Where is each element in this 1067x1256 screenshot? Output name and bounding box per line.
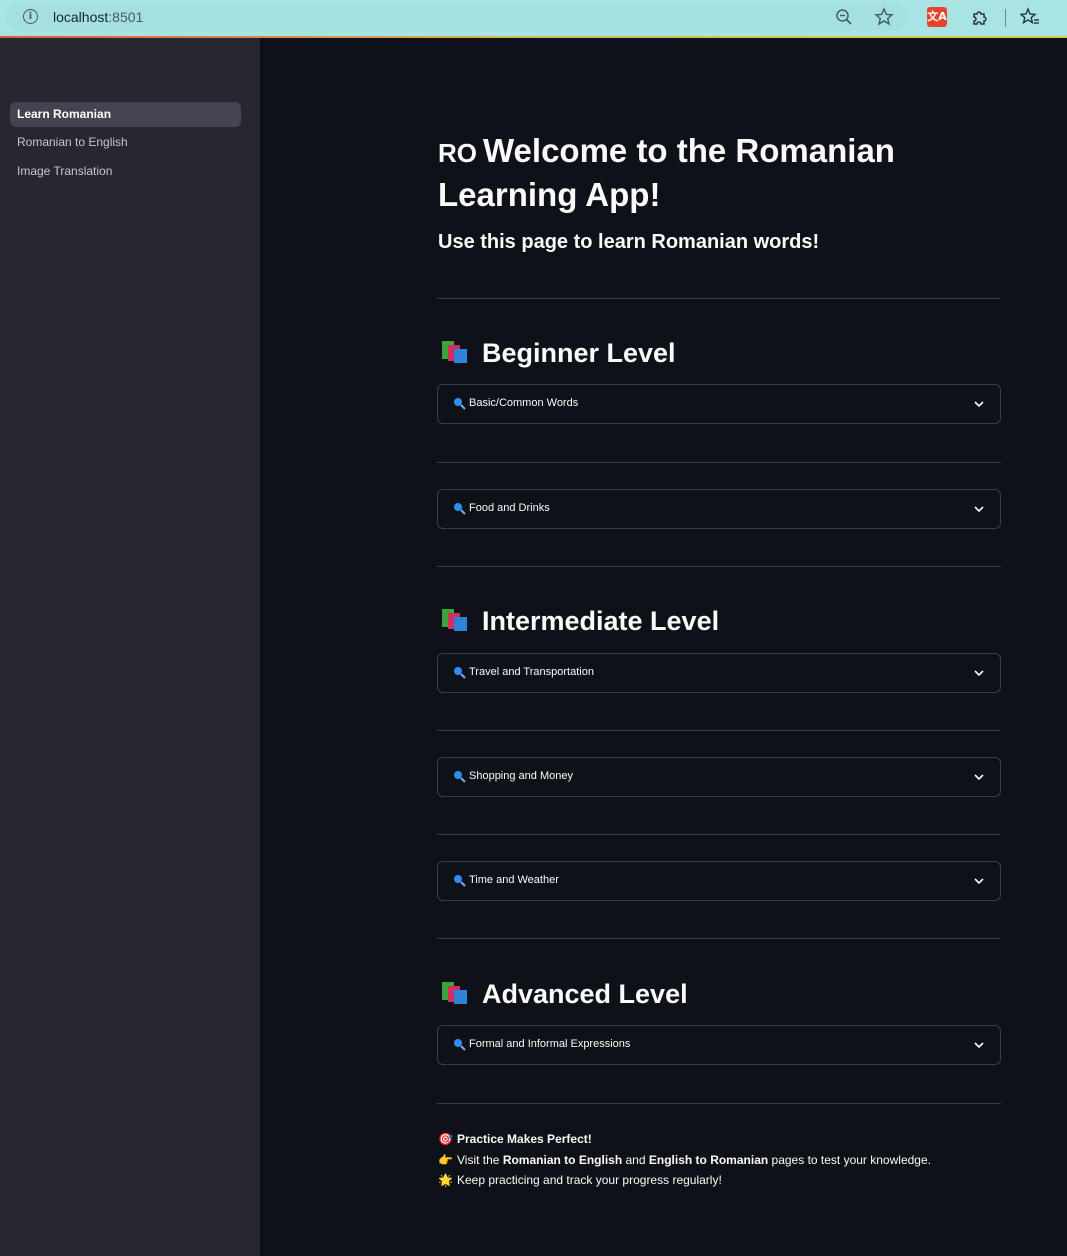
page-title: RO Welcome to the Romanian Learning App! (438, 132, 895, 213)
search-icon (454, 875, 466, 887)
toolbar-separator (1005, 9, 1006, 27)
chevron-down-icon[interactable] (973, 504, 985, 514)
expander-label: Time and Weather (469, 874, 559, 886)
chevron-down-icon[interactable] (973, 1040, 985, 1050)
translate-extension-icon[interactable]: 文A (927, 7, 947, 27)
bookmark-star-icon[interactable] (874, 7, 894, 27)
footer-keep-practicing-line: 🌟 Keep practicing and track your progress… (438, 1173, 722, 1187)
books-icon (442, 982, 467, 1004)
pointing-hand-icon: 👉 (438, 1153, 453, 1167)
chevron-down-icon[interactable] (973, 876, 985, 886)
footer-practice-line: 🎯 Practice Makes Perfect! (438, 1132, 592, 1146)
advanced-level-heading: Advanced Level (440, 979, 688, 1010)
expander-formal-and-informal-expressions[interactable]: Formal and Informal Expressions (437, 1025, 1001, 1065)
divider (437, 298, 1001, 299)
expander-travel-and-transportation[interactable]: Travel and Transportation (437, 653, 1001, 693)
target-icon: 🎯 (438, 1132, 453, 1146)
sidebar-item-romanian-to-english[interactable]: Romanian to English (10, 130, 241, 155)
chevron-down-icon[interactable] (973, 399, 985, 409)
search-icon (454, 398, 466, 410)
main-content: RO Welcome to the Romanian Learning App! … (260, 38, 1067, 1256)
books-icon (442, 609, 467, 631)
expander-label: Food and Drinks (469, 502, 550, 514)
search-icon (454, 503, 466, 515)
site-info-icon[interactable]: i (23, 9, 38, 24)
star-icon: 🌟 (438, 1173, 453, 1187)
expander-label: Formal and Informal Expressions (469, 1038, 631, 1050)
divider (437, 1103, 1001, 1104)
divider (437, 938, 1001, 939)
url-text[interactable]: localhost:8501 (53, 9, 143, 25)
divider (437, 730, 1001, 731)
search-icon (454, 1039, 466, 1051)
intermediate-level-heading: Intermediate Level (440, 606, 719, 637)
sidebar-item-learn-romanian[interactable]: Learn Romanian (10, 102, 241, 127)
sidebar-item-image-translation[interactable]: Image Translation (10, 159, 241, 184)
romania-flag-icon: RO (438, 138, 477, 168)
books-icon (442, 341, 467, 363)
expander-food-and-drinks[interactable]: Food and Drinks (437, 489, 1001, 529)
chevron-down-icon[interactable] (973, 772, 985, 782)
chevron-down-icon[interactable] (973, 668, 985, 678)
search-icon (454, 667, 466, 679)
extensions-puzzle-icon[interactable] (970, 7, 990, 27)
expander-time-and-weather[interactable]: Time and Weather (437, 861, 1001, 901)
expander-label: Shopping and Money (469, 770, 573, 782)
favorites-icon[interactable] (1020, 7, 1040, 27)
beginner-level-heading: Beginner Level (440, 338, 676, 369)
address-bar[interactable]: i localhost:8501 (6, 3, 908, 31)
sidebar: Learn Romanian Romanian to English Image… (0, 38, 260, 1256)
search-icon (454, 771, 466, 783)
footer-visit-line: 👉 Visit the Romanian to English and Engli… (438, 1153, 931, 1167)
expander-label: Basic/Common Words (469, 397, 579, 409)
divider (437, 566, 1001, 567)
divider (437, 462, 1001, 463)
expander-basic-common-words[interactable]: Basic/Common Words (437, 384, 1001, 424)
expander-shopping-and-money[interactable]: Shopping and Money (437, 757, 1001, 797)
divider (437, 834, 1001, 835)
expander-label: Travel and Transportation (469, 666, 594, 678)
zoom-icon[interactable] (834, 7, 854, 27)
page-subtitle: Use this page to learn Romanian words! (438, 231, 820, 253)
browser-toolbar: i localhost:8501 文A (0, 0, 1067, 38)
